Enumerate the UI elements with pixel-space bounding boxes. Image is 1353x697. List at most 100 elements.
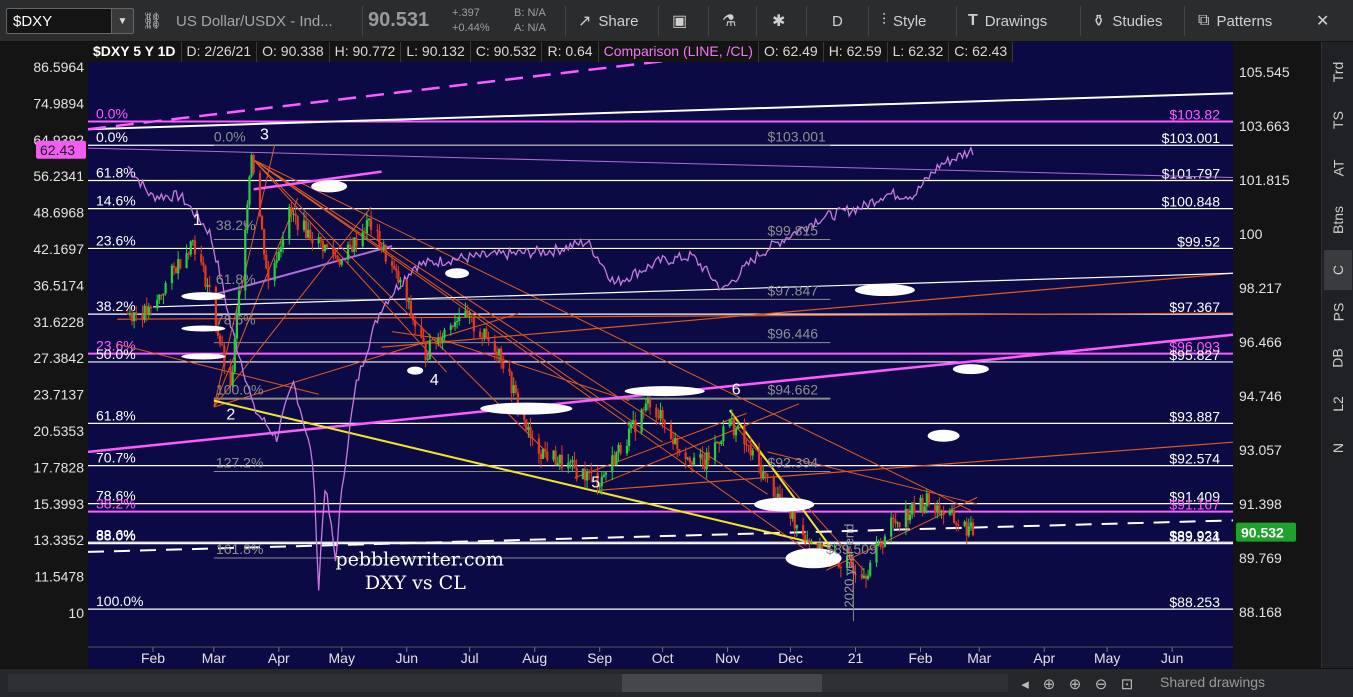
tab-at[interactable]: AT <box>1324 148 1352 188</box>
zoom-out-icon[interactable]: ⊖ <box>1090 673 1112 695</box>
tab-ps[interactable]: PS <box>1324 292 1352 332</box>
tab-btns[interactable]: Btns <box>1324 200 1352 240</box>
candle-body <box>219 335 222 345</box>
grey-fib-label: 127.2% <box>216 454 263 470</box>
time-scrollbar[interactable] <box>8 674 1008 692</box>
symbol-description: US Dollar/USDX - Ind... <box>176 12 333 30</box>
candle-body <box>806 539 809 541</box>
candle-body <box>481 337 484 339</box>
fib-ratio-label: 0.0% <box>96 129 128 145</box>
drawings-button[interactable]: T Drawings <box>968 0 1047 42</box>
wave-label: 6 <box>732 381 741 398</box>
close-icon[interactable]: ✕ <box>1316 0 1329 42</box>
candle-body <box>292 213 295 215</box>
x-axis-tick: Jun <box>1161 650 1184 666</box>
tab-c[interactable]: C <box>1324 250 1352 290</box>
grey-fib-label: 100.0% <box>216 382 263 398</box>
right-axis-tick: 101.815 <box>1239 172 1290 188</box>
white-ellipse-mark <box>445 268 470 279</box>
drawings-label: Drawings <box>984 12 1048 30</box>
candle-body <box>422 337 425 342</box>
candle-body <box>705 452 708 470</box>
candle-body <box>655 407 658 418</box>
zoom-in-icon[interactable]: ⊕ <box>1064 673 1086 695</box>
candle-body <box>703 459 706 470</box>
symbol-input[interactable]: $DXY <box>7 13 111 30</box>
x-axis-tick: 21 <box>848 650 864 666</box>
scrollbar-thumb[interactable] <box>622 674 822 692</box>
x-axis-tick: Feb <box>908 650 932 666</box>
chart-settings-icon[interactable]: ▣ <box>672 0 694 42</box>
tab-db[interactable]: DB <box>1324 338 1352 378</box>
header-open: O: 90.338 <box>257 42 330 62</box>
candle-body <box>934 503 937 513</box>
patterns-icon: ⧉ <box>1198 12 1210 29</box>
right-axis-tick: 94.746 <box>1239 388 1282 404</box>
candle-body <box>529 426 532 439</box>
candle-body <box>971 522 975 536</box>
left-axis-tick: 27.3842 <box>33 350 84 366</box>
candle-body <box>263 229 266 255</box>
flask-icon[interactable]: ⚗ <box>722 0 743 42</box>
candle-body <box>252 155 255 173</box>
candle-body <box>281 238 285 247</box>
fib-ratio-label: 61.8% <box>96 407 136 423</box>
chart-area[interactable]: $103.82 $103.001 $101.797 $100.848 $99.52 $97… <box>0 42 1353 668</box>
candle-body <box>688 457 691 463</box>
scroll-left-icon[interactable]: ◂ <box>1014 673 1036 695</box>
tab-ts[interactable]: TS <box>1324 100 1352 140</box>
chevron-down-icon[interactable]: ▼ <box>111 9 133 33</box>
price-chart[interactable]: $103.82 $103.001 $101.797 $100.848 $99.52 $97… <box>0 42 1353 668</box>
tab-n[interactable]: N <box>1324 428 1352 468</box>
candle-body <box>200 254 203 263</box>
period-button[interactable]: D <box>832 0 843 42</box>
tab-l2[interactable]: L2 <box>1324 384 1352 424</box>
candle-body <box>468 316 471 318</box>
price-level-label: $88.253 <box>1169 594 1220 610</box>
candle-body <box>766 473 769 477</box>
header-low: L: 90.132 <box>401 42 471 62</box>
candle-body <box>336 255 339 262</box>
x-axis-tick: Aug <box>522 650 547 666</box>
candle-body <box>414 320 417 327</box>
tab-trd[interactable]: Trd <box>1324 52 1352 92</box>
candle-body <box>363 232 366 234</box>
header-comparison[interactable]: Comparison (LINE, /CL) <box>599 42 759 62</box>
candle-body <box>493 340 496 352</box>
share-button[interactable]: ↗ Share <box>578 0 638 42</box>
candle-body <box>760 465 763 479</box>
candle-body <box>860 574 863 579</box>
x-axis-tick: Dec <box>778 650 803 666</box>
candle-body <box>613 455 616 466</box>
grey-fib-label: 78.6% <box>216 312 256 328</box>
fib-ratio-label: 38.2% <box>96 496 136 512</box>
candle-body <box>260 216 264 230</box>
candle-body <box>512 385 515 394</box>
zoom-fit-icon[interactable]: ⊡ <box>1116 673 1138 695</box>
candle-body <box>497 348 501 356</box>
candle-body <box>487 337 490 341</box>
grey-fib-label: $96.446 <box>767 326 818 342</box>
candle-body <box>894 519 897 524</box>
candle-body <box>206 285 209 287</box>
candle-body <box>275 260 278 264</box>
studies-button[interactable]: ⚱ Studies <box>1092 0 1162 42</box>
crosshair-icon[interactable]: ⊕ <box>1038 673 1060 695</box>
symbol-selector[interactable]: $DXY ▼ <box>6 8 134 34</box>
candle-body <box>126 313 129 315</box>
link-icon[interactable]: ⛓ <box>142 0 169 42</box>
white-ellipse-mark <box>624 386 705 397</box>
beaker-icon: ⚱ <box>1092 13 1106 30</box>
patterns-button[interactable]: ⧉ Patterns <box>1198 0 1272 42</box>
candle-body <box>409 300 413 315</box>
candle-body <box>370 218 373 230</box>
candle-body <box>267 268 270 281</box>
shared-drawings-label[interactable]: Shared drawings <box>1160 674 1265 690</box>
fib-ratio-label: 61.8% <box>96 165 136 181</box>
candle-body <box>661 410 664 421</box>
candle-body <box>881 546 884 548</box>
gear-icon[interactable]: ✱ <box>772 0 792 42</box>
candle-body <box>808 539 811 544</box>
style-button[interactable]: ⫶ Style <box>882 0 926 42</box>
candle-body <box>304 220 308 238</box>
